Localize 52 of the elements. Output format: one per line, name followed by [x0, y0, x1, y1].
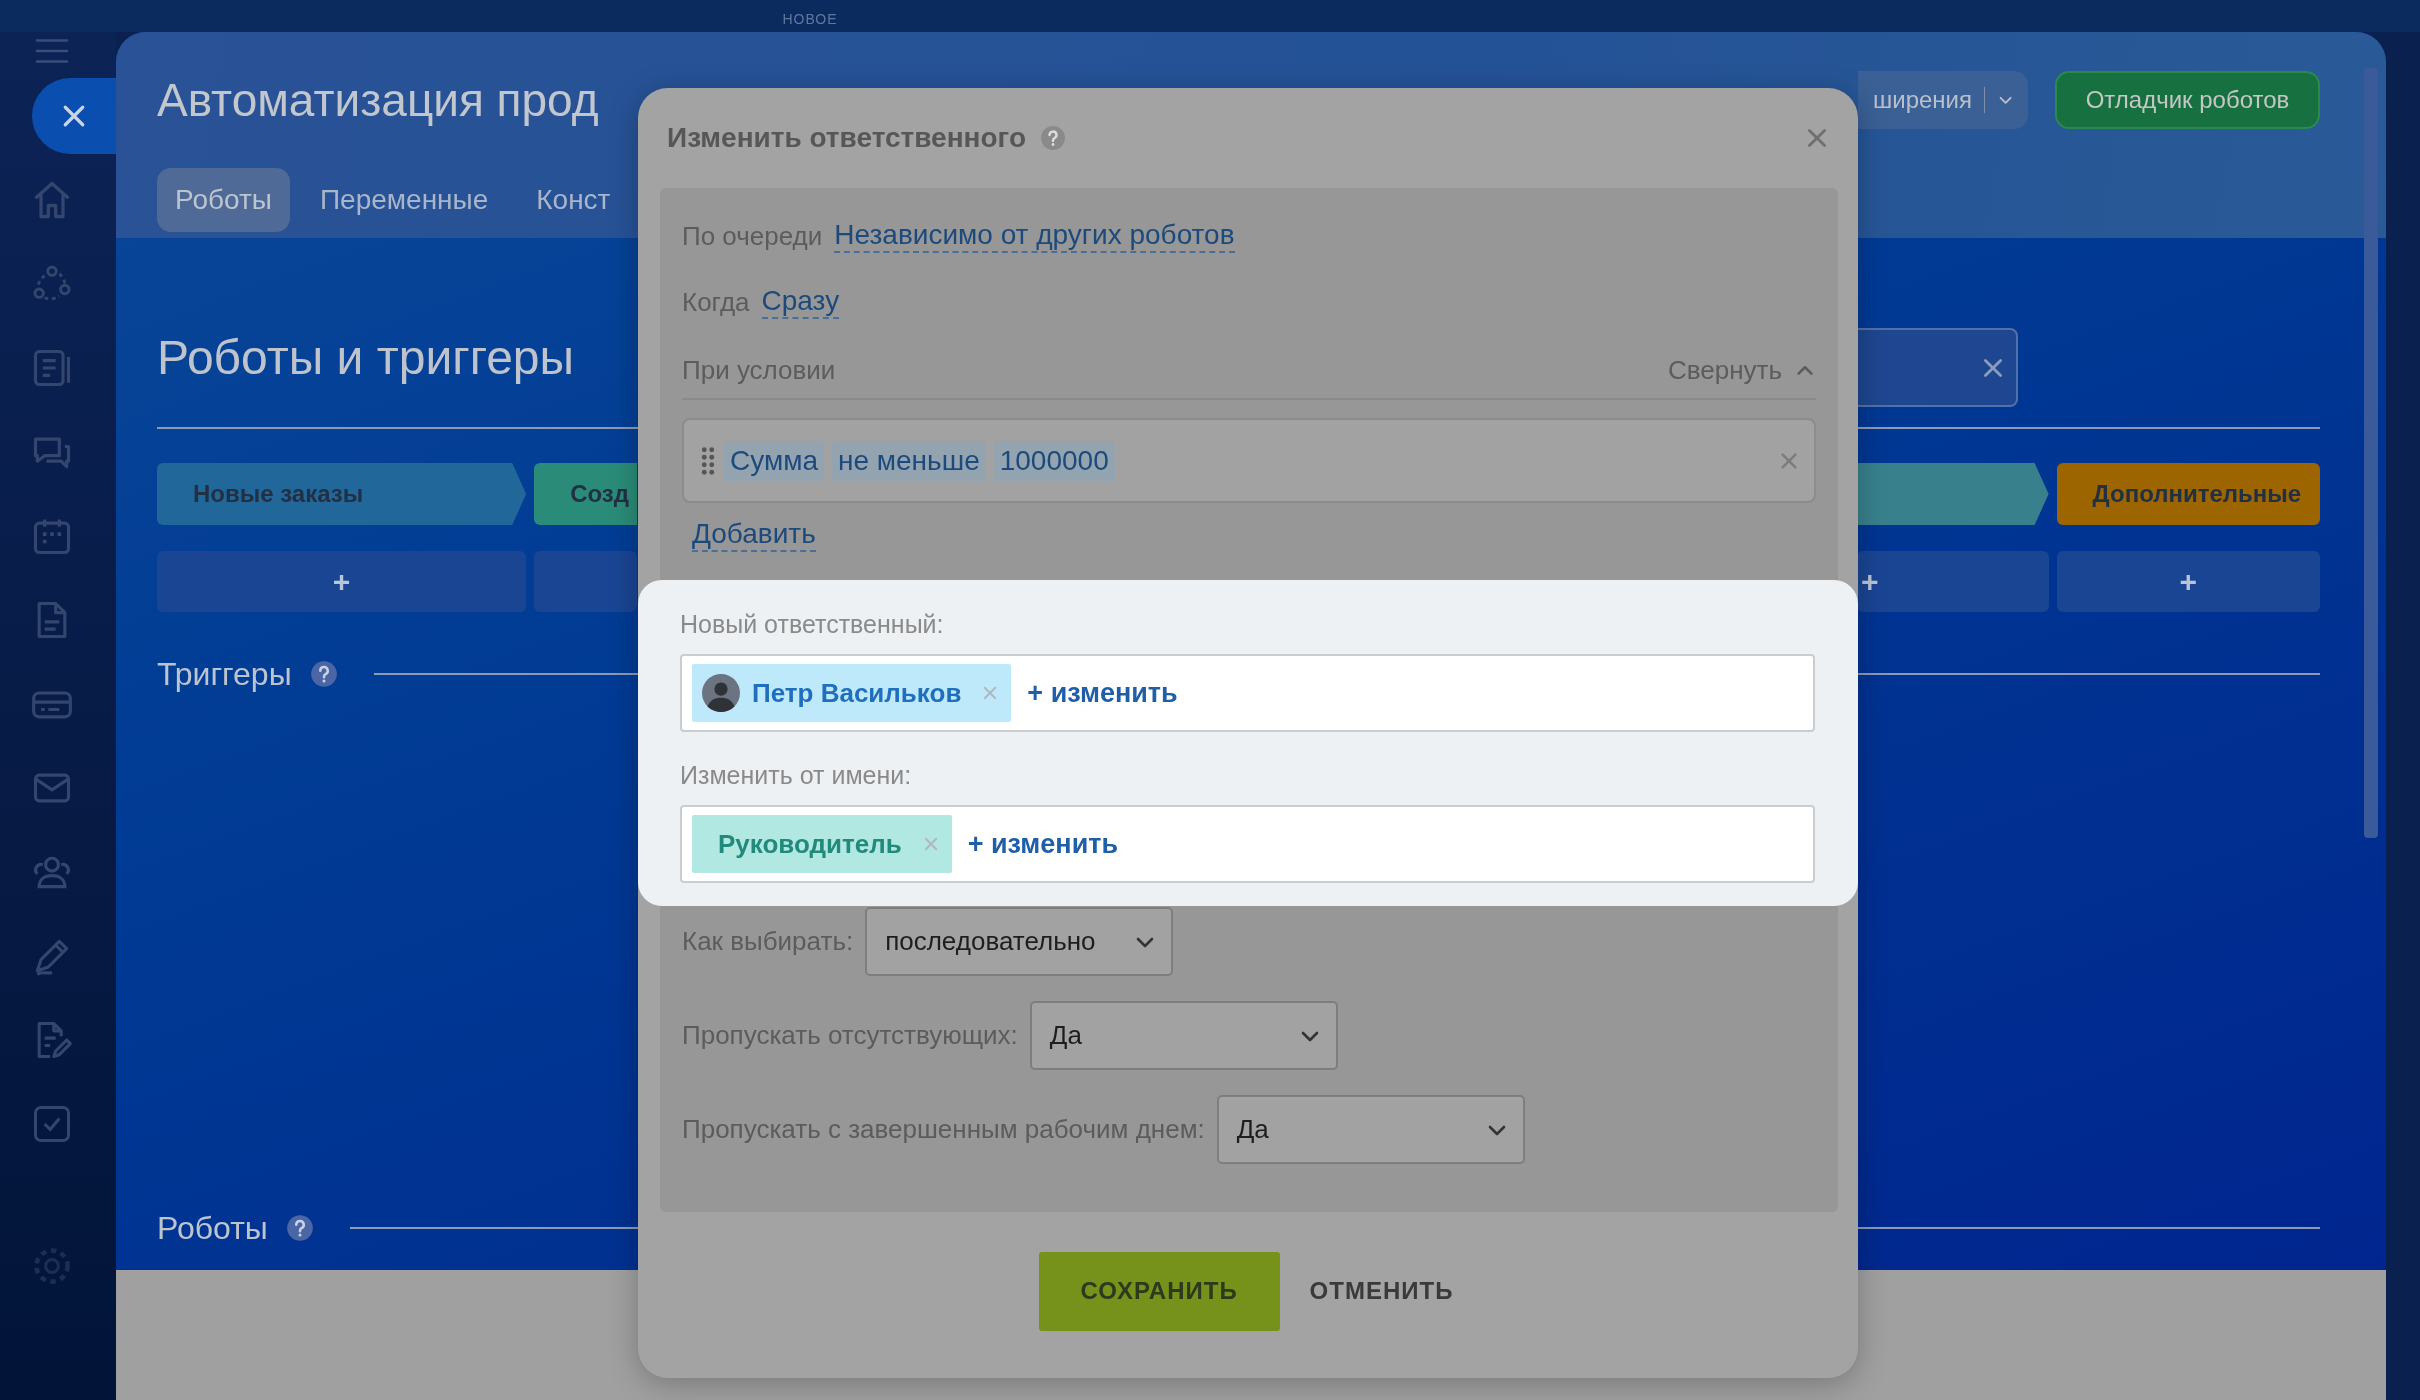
close-button[interactable]	[32, 78, 116, 154]
dropdown-link[interactable]: Сразу	[761, 284, 840, 320]
filter-field[interactable]	[1858, 328, 2018, 407]
change-link[interactable]: + изменить	[1027, 677, 1178, 709]
drag-handle-icon[interactable]	[700, 445, 716, 476]
field-label: Пропускать с завершенным рабочим днем:	[682, 1114, 1205, 1146]
stage-bar[interactable]	[1857, 463, 2049, 525]
collapse-toggle[interactable]: Свернуть	[1667, 354, 1816, 386]
help-icon[interactable]	[285, 1214, 314, 1242]
condition-chip[interactable]: не меньше	[832, 440, 986, 481]
selector-field[interactable]: Руководитель + изменить	[680, 805, 1815, 884]
avatar[interactable]	[702, 674, 740, 713]
field-label: Изменить от имени:	[680, 759, 913, 791]
cancel-button[interactable]: ОТМЕНИТЬ	[1305, 1277, 1458, 1306]
tab[interactable]: Конст	[518, 168, 629, 232]
change-link[interactable]: + изменить	[967, 828, 1119, 860]
field-label: По очереди	[682, 220, 823, 252]
user-tag[interactable]: Петр Васильков	[692, 664, 1012, 723]
scrollbar[interactable]	[2364, 68, 2378, 838]
dialog-title: Изменить ответственного	[667, 122, 1026, 154]
page-title: Автоматизация прод	[157, 73, 600, 127]
section-title: Роботы	[157, 1209, 268, 1247]
section-title: Триггеры	[157, 655, 292, 693]
field-label: Как выбирать:	[682, 926, 854, 958]
stage-tab[interactable]: Новые заказы	[157, 463, 527, 525]
stage-tab[interactable]: Созд	[534, 463, 637, 525]
add-link[interactable]: Добавить	[692, 518, 816, 553]
add-robot-button[interactable]: +	[1857, 551, 2049, 612]
save-button[interactable]: СОХРАНИТЬ	[1038, 1251, 1280, 1331]
dropdown-link[interactable]: Независимо от других роботов	[834, 218, 1235, 254]
condition-chip[interactable]: 1000000	[993, 440, 1115, 481]
field-label: Новый ответственный:	[680, 608, 945, 640]
add-robot-button[interactable]: +	[157, 551, 527, 612]
stage-tab[interactable]: Дополнительные	[2056, 463, 2320, 525]
select[interactable]: Да	[1216, 1095, 1525, 1165]
selector-field[interactable]: Петр Васильков + изменить	[680, 654, 1815, 733]
select[interactable]: последовательно	[865, 907, 1174, 977]
condition-chip[interactable]: Сумма	[724, 440, 824, 481]
field-label: Пропускать отсутствующих:	[682, 1020, 1018, 1052]
debugger-button[interactable]: Отладчик роботов	[2055, 71, 2320, 129]
role-tag[interactable]: Руководитель	[692, 815, 952, 874]
extensions-button[interactable]: ширения	[1858, 71, 2028, 129]
top-label: НОВОЕ	[782, 10, 838, 27]
tab[interactable]: Роботы	[157, 168, 290, 232]
select[interactable]: Да	[1029, 1001, 1338, 1071]
menu-icon[interactable]	[34, 36, 70, 66]
field-label: При условии	[682, 354, 836, 386]
section-heading: Роботы и триггеры	[157, 329, 575, 386]
field-label: Когда	[682, 286, 750, 318]
tab[interactable]: Переменные	[301, 168, 507, 232]
add-robot-button[interactable]: +	[2056, 551, 2320, 612]
help-icon[interactable]	[309, 660, 338, 688]
